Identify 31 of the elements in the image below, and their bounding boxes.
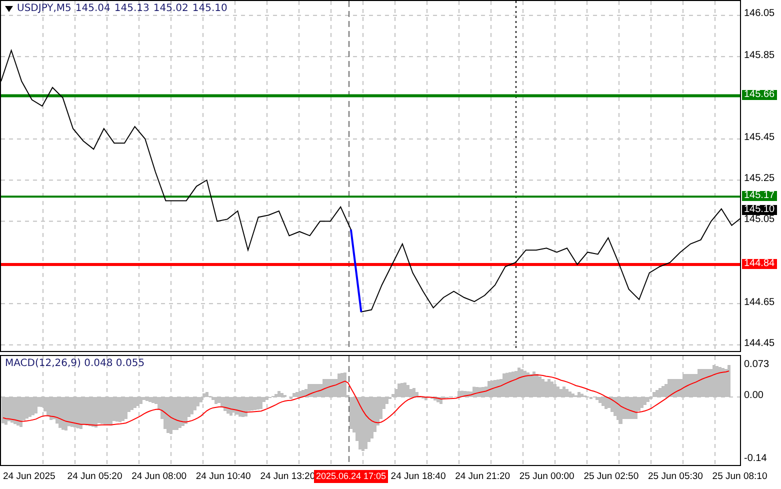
macd-tick-label: 0.00 (744, 391, 764, 401)
time-tick-label: 25 Jun 05:30 (648, 471, 703, 482)
current-price-tag: 145.10 (742, 205, 777, 215)
price-tick-label: 144.65 (744, 298, 775, 308)
time-tick-label: 24 Jun 10:40 (196, 471, 251, 482)
time-tick-label: 25 Jun 08:10 (712, 471, 768, 482)
ohlc-value: 145.04 (75, 3, 110, 14)
price-tick-label: 145.45 (744, 132, 775, 143)
time-tick-label: 24 Jun 21:20 (455, 471, 510, 482)
macd-title: MACD(12,26,9) 0.048 0.055 (5, 358, 145, 369)
time-tick-label: 24 Jun 2025 (3, 471, 56, 482)
level-price-tag: 144.84 (742, 258, 777, 269)
ohlc-value: 145.10 (192, 3, 228, 14)
price-tick-label: 146.05 (744, 9, 775, 20)
time-tick-label: 24 Jun 05:20 (67, 471, 122, 482)
ohlc-value: 145.02 (153, 3, 188, 14)
time-tick-label: 25 Jun 00:00 (519, 471, 574, 482)
level-price-tag: 145.66 (742, 90, 777, 100)
time-tick-label: 24 Jun 18:40 (390, 471, 446, 482)
time-tick-label: 25 Jun 02:50 (584, 471, 639, 482)
crosshair-time-tag: 2025.06.24 17:05 (314, 470, 388, 483)
ohlc-value: 145.13 (114, 3, 150, 14)
price-tick-label: 144.45 (744, 338, 775, 349)
time-tick-label: 24 Jun 08:00 (132, 471, 187, 482)
symbol-label: USDJPY,M5 (17, 3, 72, 14)
price-tick-label: 145.25 (744, 174, 775, 184)
level-price-tag: 145.17 (742, 190, 777, 201)
macd-tick-label: 0.073 (744, 360, 770, 370)
price-tick-label: 145.85 (744, 50, 775, 61)
macd-tick-label: -0.14 (744, 454, 767, 464)
price-tick-label: 145.05 (744, 215, 775, 226)
